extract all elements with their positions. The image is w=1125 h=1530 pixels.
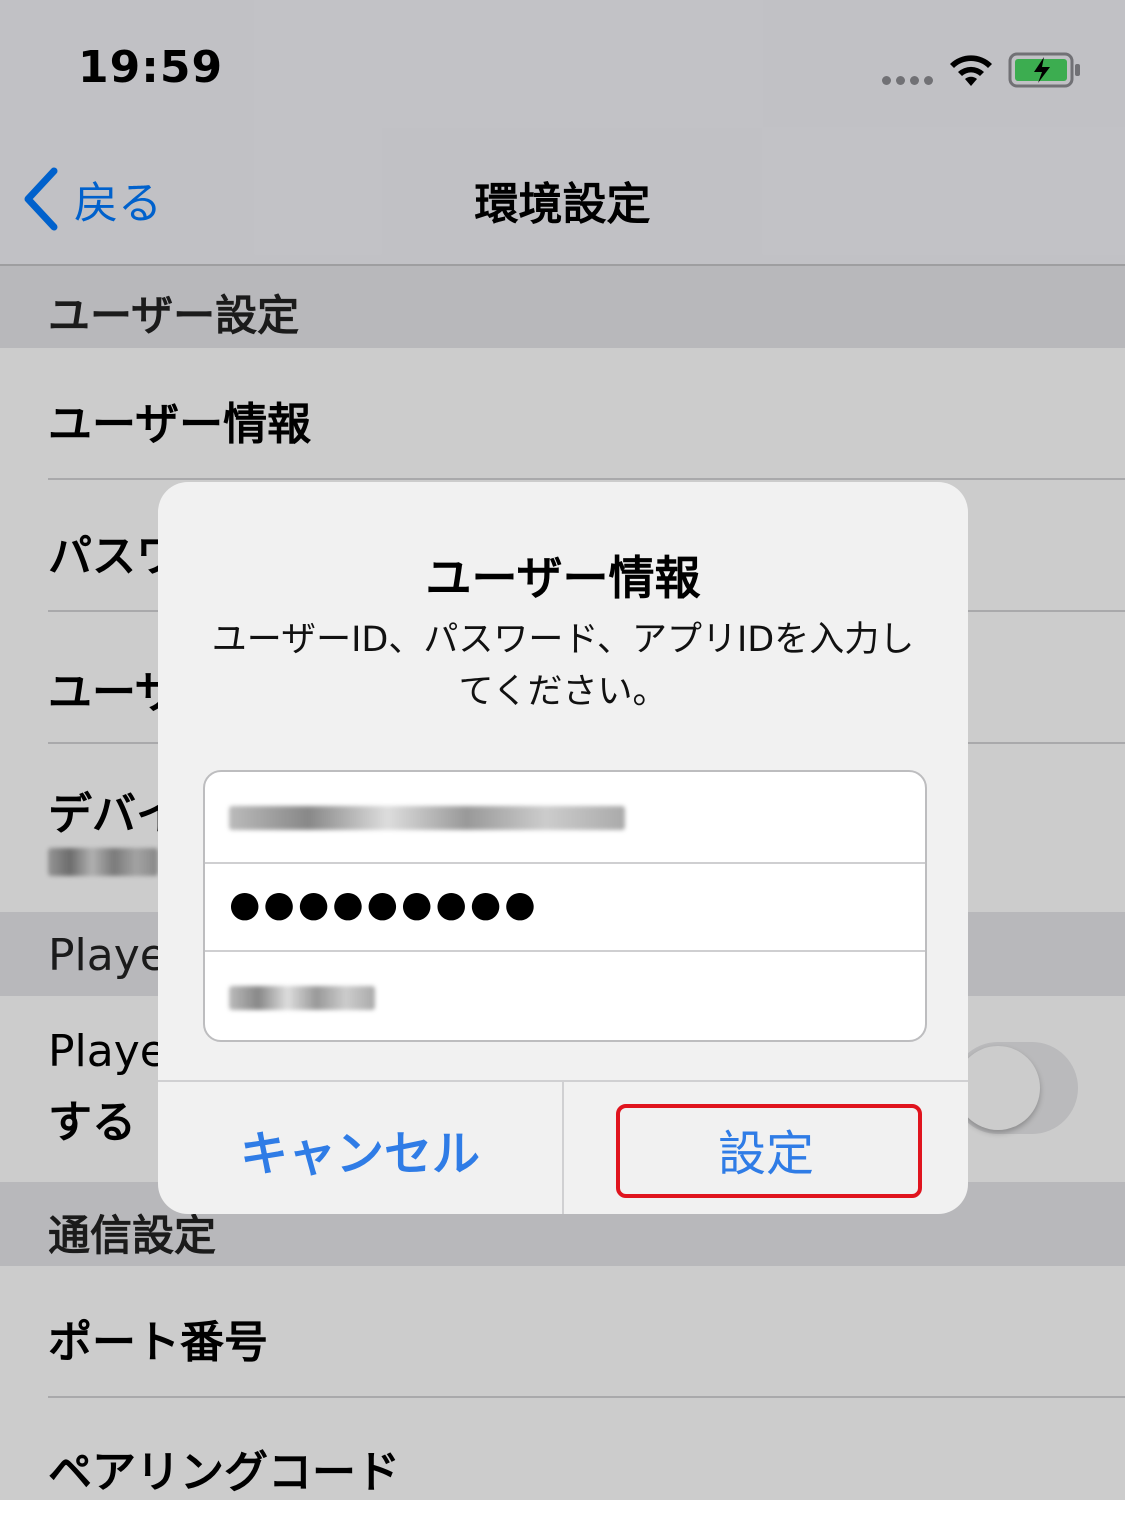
alert-message: ユーザーID、パスワード、アプリIDを入力してください。	[211, 620, 915, 712]
settings-screen: 19:59 戻る 環境設定 ユーザー設定 ユーザー情報 パスワ ユーザ デバイ …	[0, 0, 1125, 1530]
user-info-alert-dialog: ユーザー情報 ユーザーID、パスワード、アプリIDを入力してください。 ●●●●…	[158, 482, 968, 1214]
cancel-button[interactable]: キャンセル	[158, 1082, 562, 1214]
user-id-value-redacted	[229, 806, 625, 830]
app-id-input[interactable]	[205, 952, 925, 1040]
app-id-value-redacted	[229, 986, 375, 1010]
password-mask: ●●●●●●●●●	[229, 884, 539, 925]
highlight-annotation	[616, 1104, 922, 1198]
alert-field-group: ●●●●●●●●●	[203, 770, 927, 1042]
password-input[interactable]: ●●●●●●●●●	[205, 864, 925, 950]
user-id-input[interactable]	[205, 772, 925, 862]
alert-button-row: キャンセル 設定	[158, 1080, 968, 1214]
alert-title: ユーザー情報	[425, 551, 701, 605]
